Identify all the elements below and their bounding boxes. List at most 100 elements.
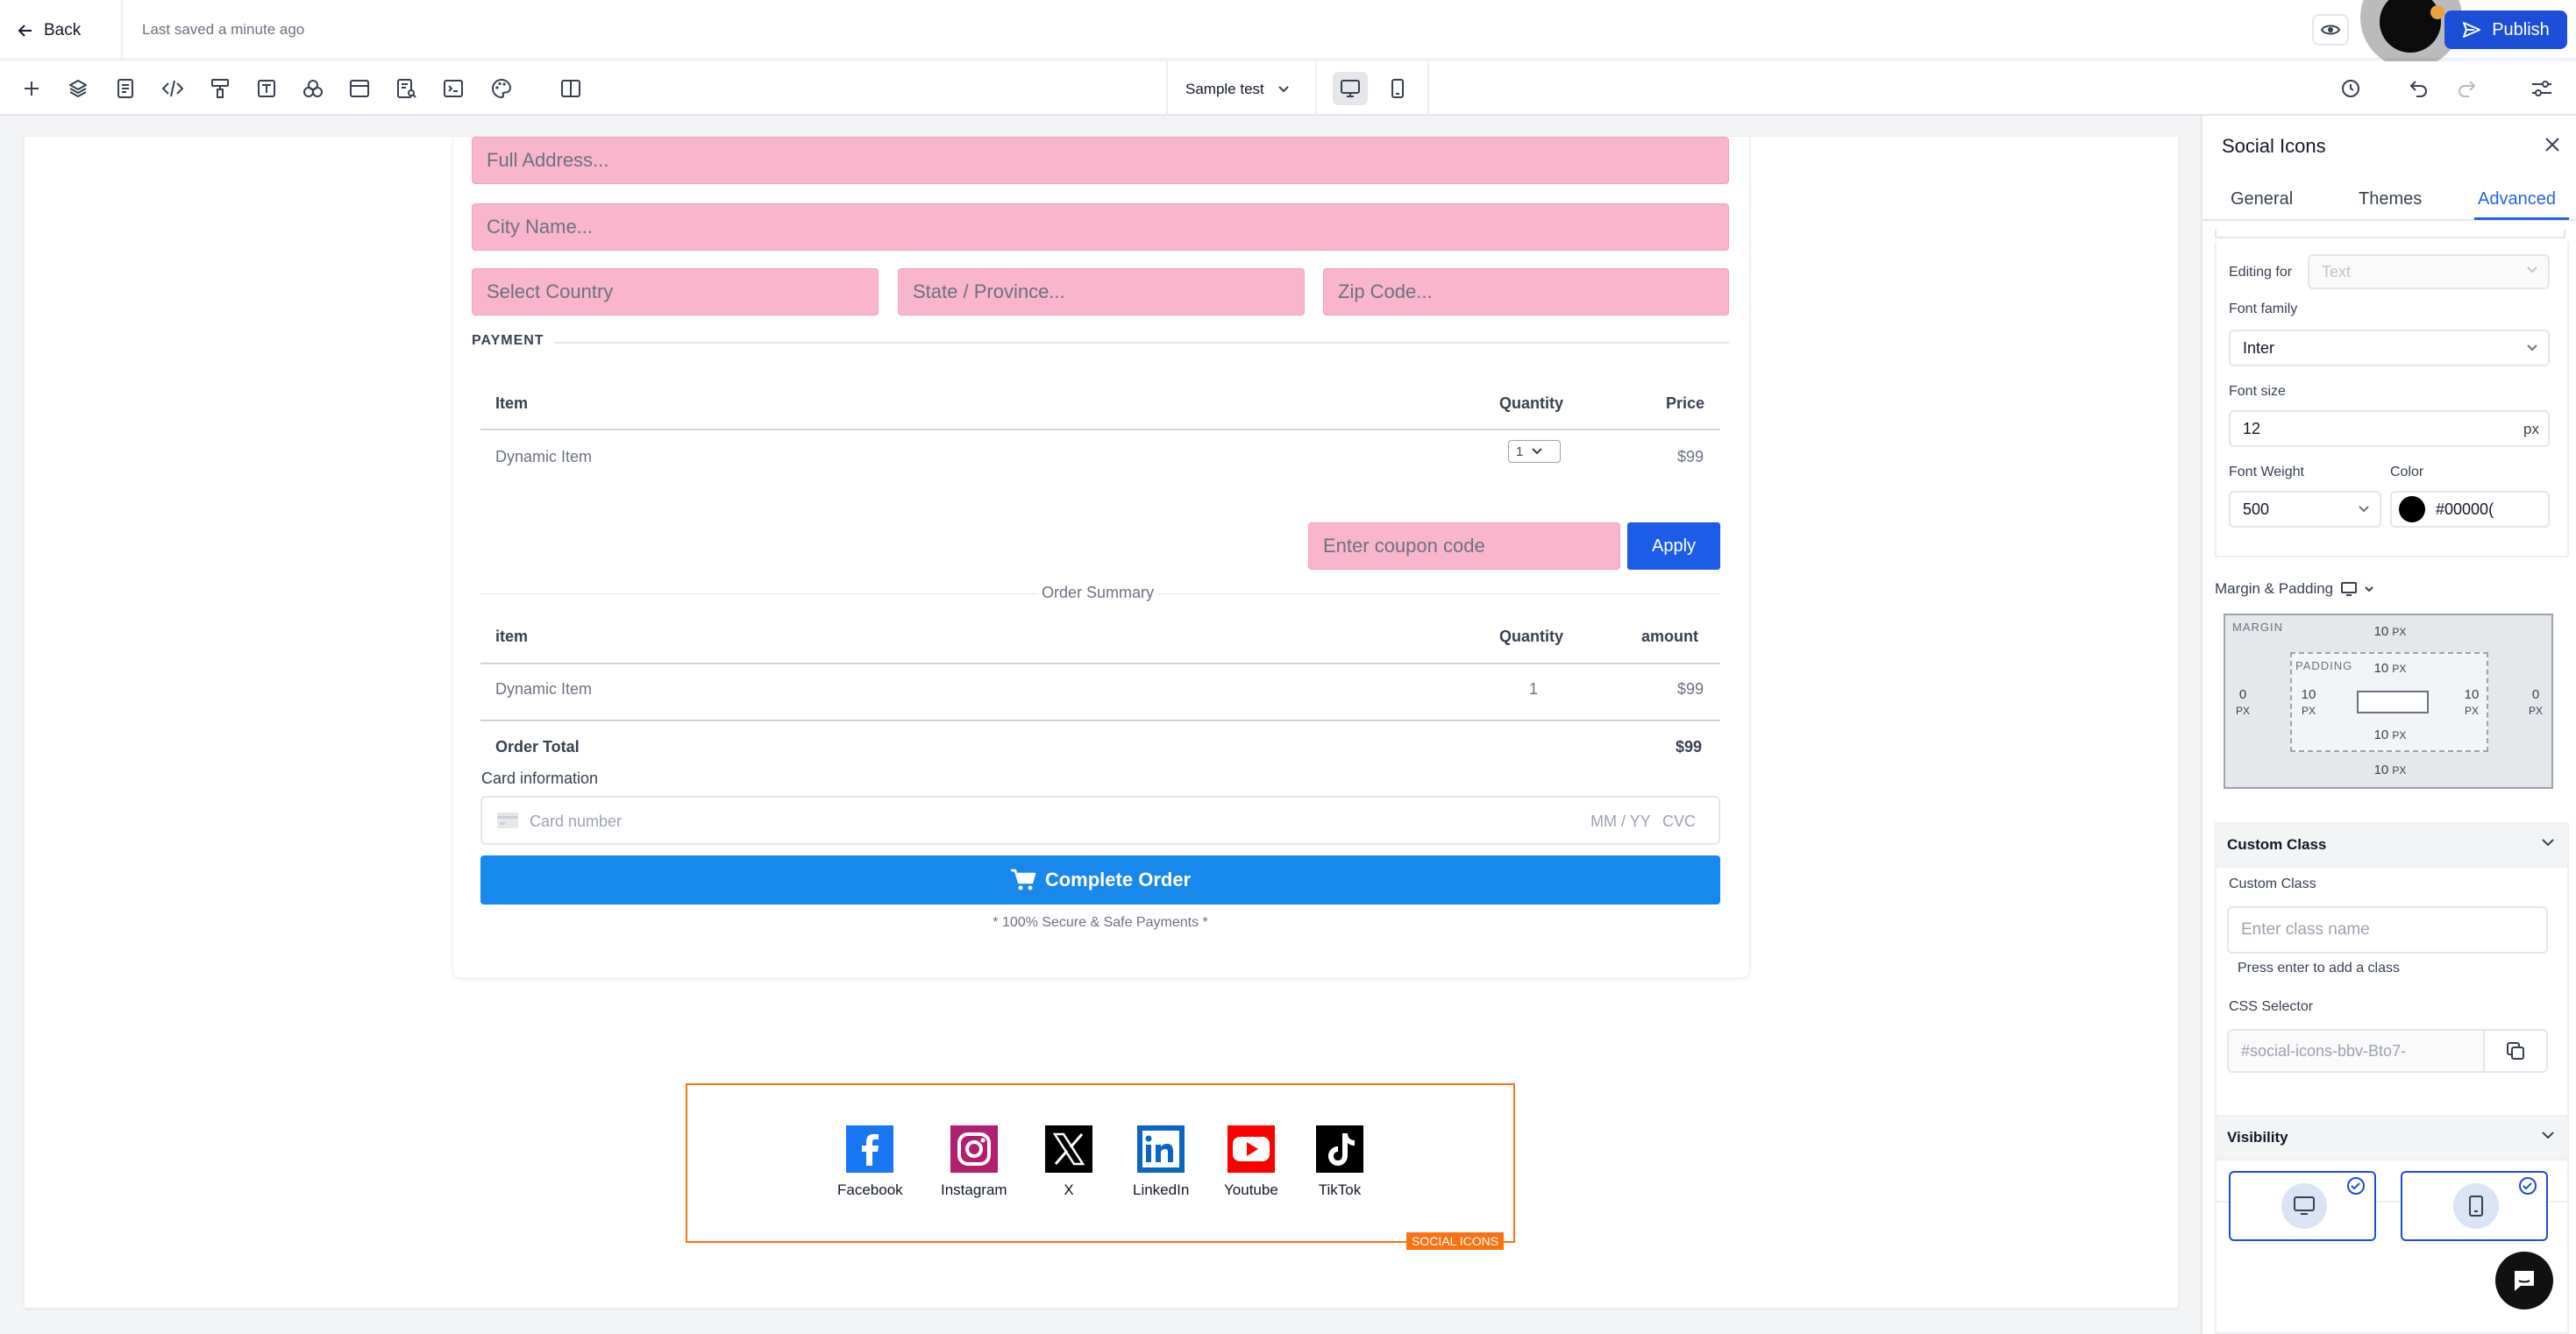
font-weight-select[interactable]: 500: [2229, 491, 2381, 528]
page-icon[interactable]: [110, 74, 140, 103]
color-value: #00000(: [2436, 500, 2494, 518]
split-view-icon[interactable]: [556, 74, 586, 103]
code-icon[interactable]: [158, 74, 188, 103]
custom-class-section-header[interactable]: Custom Class: [2215, 822, 2569, 868]
social-icons-block[interactable]: [686, 1083, 1515, 1243]
city-input[interactable]: City Name...: [472, 203, 1729, 251]
monitor-icon: [1341, 80, 1360, 97]
redo-icon[interactable]: [2451, 74, 2481, 103]
visibility-desktop-toggle[interactable]: [2229, 1171, 2376, 1241]
font-family-select[interactable]: Inter: [2229, 330, 2550, 366]
font-size-input[interactable]: 12 px: [2229, 410, 2550, 447]
editor-toolbar: Sample test: [0, 61, 2576, 116]
margin-top[interactable]: 10 PX: [2371, 624, 2409, 640]
margin-left[interactable]: 0 PX: [2232, 687, 2253, 719]
country-select[interactable]: Select Country: [472, 268, 879, 316]
card-input[interactable]: Card number MM / YY CVC: [480, 796, 1720, 845]
history-icon[interactable]: [2336, 74, 2366, 103]
margin-padding-text: Margin & Padding: [2215, 580, 2334, 597]
form-search-icon[interactable]: [392, 74, 422, 103]
layers-icon[interactable]: [63, 74, 93, 103]
instagram-icon: [950, 1125, 998, 1173]
padding-left[interactable]: 10 PX: [2297, 687, 2320, 719]
social-tiktok[interactable]: TikTok: [1316, 1125, 1363, 1199]
coupon-input[interactable]: Enter coupon code: [1308, 522, 1620, 570]
desktop-view-button[interactable]: [1333, 72, 1368, 105]
copy-icon: [2507, 1042, 2524, 1060]
divider: [480, 663, 1720, 664]
quantity-select[interactable]: 1: [1508, 440, 1561, 463]
back-button[interactable]: Back: [18, 16, 81, 46]
publish-button[interactable]: Publish: [2444, 11, 2567, 49]
plus-icon[interactable]: [17, 74, 46, 103]
copy-selector-button[interactable]: [2485, 1029, 2548, 1073]
complete-order-button[interactable]: Complete Order: [480, 855, 1720, 905]
chevron-down-icon: [2527, 266, 2537, 273]
zip-input[interactable]: Zip Code...: [1323, 268, 1729, 316]
chevron-down-icon[interactable]: [2365, 585, 2373, 592]
terminal-icon[interactable]: [438, 74, 468, 103]
tab-general[interactable]: General: [2231, 189, 2293, 209]
palette-icon[interactable]: [487, 74, 516, 103]
state-input[interactable]: State / Province...: [898, 268, 1305, 316]
summary-header-item: item: [495, 628, 529, 645]
box-model-editor: MARGIN 10 PX 10 PX 0 PX 0 PX PADDING 10 PX…: [2224, 614, 2553, 789]
tab-themes[interactable]: Themes: [2359, 189, 2422, 209]
card-cvc-field[interactable]: CVC: [1662, 812, 1696, 831]
margin-padding-label: Margin & Padding: [2215, 580, 2373, 598]
chevron-down-icon: [2527, 344, 2537, 351]
chat-support-button[interactable]: [2495, 1252, 2553, 1309]
social-youtube[interactable]: Youtube: [1224, 1125, 1278, 1199]
padding-box: PADDING 10 PX 10 PX 10 PX 10 PX: [2290, 652, 2488, 752]
items-header-quantity: Quantity: [1499, 394, 1564, 412]
settings-sliders-icon[interactable]: [2527, 74, 2557, 103]
close-panel-button[interactable]: [2539, 131, 2565, 158]
padding-top[interactable]: 10 PX: [2371, 661, 2409, 677]
editing-for-select[interactable]: Text: [2308, 254, 2550, 289]
social-linkedin[interactable]: LinkedIn: [1133, 1125, 1189, 1199]
custom-class-input[interactable]: Enter class name: [2227, 906, 2548, 954]
padding-bottom[interactable]: 10 PX: [2371, 727, 2409, 743]
youtube-icon: [1227, 1125, 1275, 1173]
card-expiry-field[interactable]: MM / YY: [1590, 812, 1651, 831]
color-swatch[interactable]: [2399, 496, 2425, 522]
mobile-view-button[interactable]: [1380, 72, 1415, 105]
margin-bottom[interactable]: 10 PX: [2371, 763, 2409, 778]
linkedin-icon: [1137, 1125, 1185, 1173]
social-facebook[interactable]: Facebook: [837, 1125, 903, 1199]
summary-header-amount: amount: [1641, 628, 1698, 645]
address-input[interactable]: Full Address...: [472, 137, 1729, 184]
preview-button[interactable]: [2312, 14, 2349, 46]
social-x[interactable]: X: [1045, 1125, 1092, 1199]
browser-window-icon[interactable]: [345, 74, 374, 103]
css-selector-input[interactable]: #social-icons-bbv-Bto7-: [2227, 1029, 2485, 1073]
visibility-mobile-toggle[interactable]: [2401, 1171, 2548, 1241]
padding-right[interactable]: 10 PX: [2460, 687, 2483, 719]
shapes-icon[interactable]: [298, 74, 328, 103]
facebook-icon: [846, 1125, 894, 1173]
undo-icon[interactable]: [2404, 74, 2434, 103]
item-name: Dynamic Item: [495, 448, 593, 465]
color-input[interactable]: #00000(: [2390, 491, 2550, 528]
tab-advanced[interactable]: Advanced: [2478, 189, 2556, 209]
apply-coupon-button[interactable]: Apply: [1627, 522, 1720, 570]
content-box: [2357, 691, 2429, 713]
margin-right[interactable]: 0 PX: [2525, 687, 2546, 719]
social-label: X: [1064, 1181, 1074, 1198]
social-instagram[interactable]: Instagram: [941, 1125, 1007, 1199]
payment-section-label: PAYMENT: [472, 333, 544, 348]
social-label: TikTok: [1318, 1181, 1362, 1198]
summary-item-name: Dynamic Item: [495, 680, 593, 698]
monitor-icon[interactable]: [2340, 581, 2358, 597]
custom-class-label: Custom Class: [2229, 876, 2316, 891]
page-selector[interactable]: Sample test: [1185, 75, 1289, 103]
font-weight-label: Font Weight: [2229, 465, 2304, 479]
paint-roller-icon[interactable]: [205, 74, 235, 103]
active-tab-indicator: [2474, 217, 2569, 220]
divider: [480, 429, 1720, 430]
chevron-down-icon: [1532, 448, 1543, 455]
card-number-field[interactable]: Card number: [530, 812, 622, 831]
text-icon[interactable]: [252, 74, 281, 103]
phone-icon: [2453, 1183, 2499, 1229]
font-size-label: Font size: [2229, 384, 2286, 399]
